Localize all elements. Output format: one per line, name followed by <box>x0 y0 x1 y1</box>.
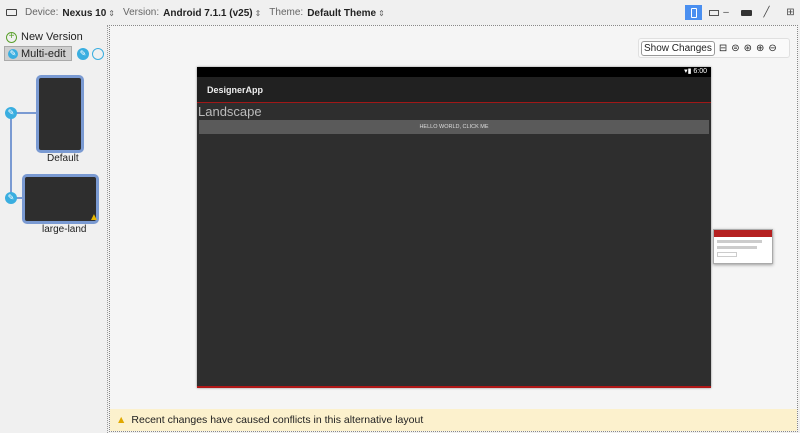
status-time: 6:00 <box>693 68 707 75</box>
landscape-button[interactable] <box>705 5 722 20</box>
version-panel: + New Version ✎ Multi-edit ✎ ✎ ✎ Default… <box>0 25 108 433</box>
top-toolbar: Device: Nexus 10 ⇕ Version: Android 7.1.1… <box>0 0 800 25</box>
frame-icon <box>741 9 752 16</box>
conflict-popup[interactable] <box>713 229 773 264</box>
device-label: Device: <box>25 7 59 18</box>
tree-line <box>10 113 12 198</box>
show-changes-button[interactable]: Show Changes <box>641 40 715 56</box>
warning-text: Recent changes have caused conflicts in … <box>131 414 424 426</box>
grid-button[interactable]: ⊞ <box>782 5 799 20</box>
warning-bar: ▲ Recent changes have caused conflicts i… <box>110 409 797 431</box>
device-select[interactable]: Nexus 10 ⇕ <box>62 7 115 19</box>
brush-icon: ╱ <box>763 7 770 18</box>
version-thumbnail-large-land[interactable] <box>22 174 99 224</box>
layout-icon[interactable]: ⊟ <box>719 43 727 54</box>
new-version-button[interactable]: + New Version <box>6 31 83 43</box>
brush-button[interactable]: ╱ <box>758 5 775 20</box>
device-frame-button[interactable] <box>738 5 755 20</box>
zoom-in-icon[interactable]: ⊕ <box>756 43 764 54</box>
minus-button[interactable]: – <box>722 5 730 20</box>
conflict-popup-button[interactable] <box>717 252 737 257</box>
landscape-icon <box>708 9 719 16</box>
version-select[interactable]: Android 7.1.1 (v25) ⇕ <box>163 7 261 19</box>
action-bar: DesignerApp <box>197 77 711 103</box>
edit-all-icon[interactable]: ✎ <box>77 48 89 60</box>
canvas-toolbar: Show Changes ⊟ ⊜ ⊛ ⊕ ⊖ <box>638 38 790 58</box>
zoom-fit-icon[interactable]: ⊜ <box>731 43 739 54</box>
plus-icon: + <box>6 31 17 43</box>
circle-toggle-icon[interactable] <box>92 48 104 60</box>
version-label: Version: <box>122 7 160 18</box>
pencil-icon: ✎ <box>8 48 18 59</box>
pencil-icon[interactable]: ✎ <box>5 192 17 204</box>
portrait-icon <box>690 7 697 18</box>
portrait-button[interactable] <box>685 5 702 20</box>
warning-icon: ▲ <box>89 212 99 223</box>
landscape-textview[interactable]: Landscape <box>198 104 262 119</box>
theme-select[interactable]: Default Theme ⇕ <box>307 7 385 19</box>
multi-edit-button[interactable]: ✎ Multi-edit <box>4 46 72 61</box>
conflict-popup-body <box>717 246 757 249</box>
theme-label: Theme: <box>269 7 304 18</box>
version-label-large-land: large-land <box>42 224 87 235</box>
device-icon <box>6 9 17 16</box>
grid-icon: ⊞ <box>786 7 795 18</box>
device-preview[interactable]: ▾▮ 6:00 DesignerApp Landscape HELLO WORL… <box>197 67 711 388</box>
conflict-popup-body <box>717 240 762 243</box>
pencil-icon[interactable]: ✎ <box>5 107 17 119</box>
conflict-popup-header <box>714 230 772 237</box>
zoom-actual-icon[interactable]: ⊛ <box>744 43 752 54</box>
warning-icon: ▲ <box>116 414 127 426</box>
version-label-default: Default <box>47 153 79 164</box>
app-title: DesignerApp <box>207 85 264 95</box>
zoom-out-icon[interactable]: ⊖ <box>768 43 776 54</box>
version-thumbnail-default[interactable] <box>36 75 84 153</box>
hello-world-button[interactable]: HELLO WORLD, CLICK ME <box>199 120 709 134</box>
status-bar: ▾▮ 6:00 <box>197 67 711 77</box>
